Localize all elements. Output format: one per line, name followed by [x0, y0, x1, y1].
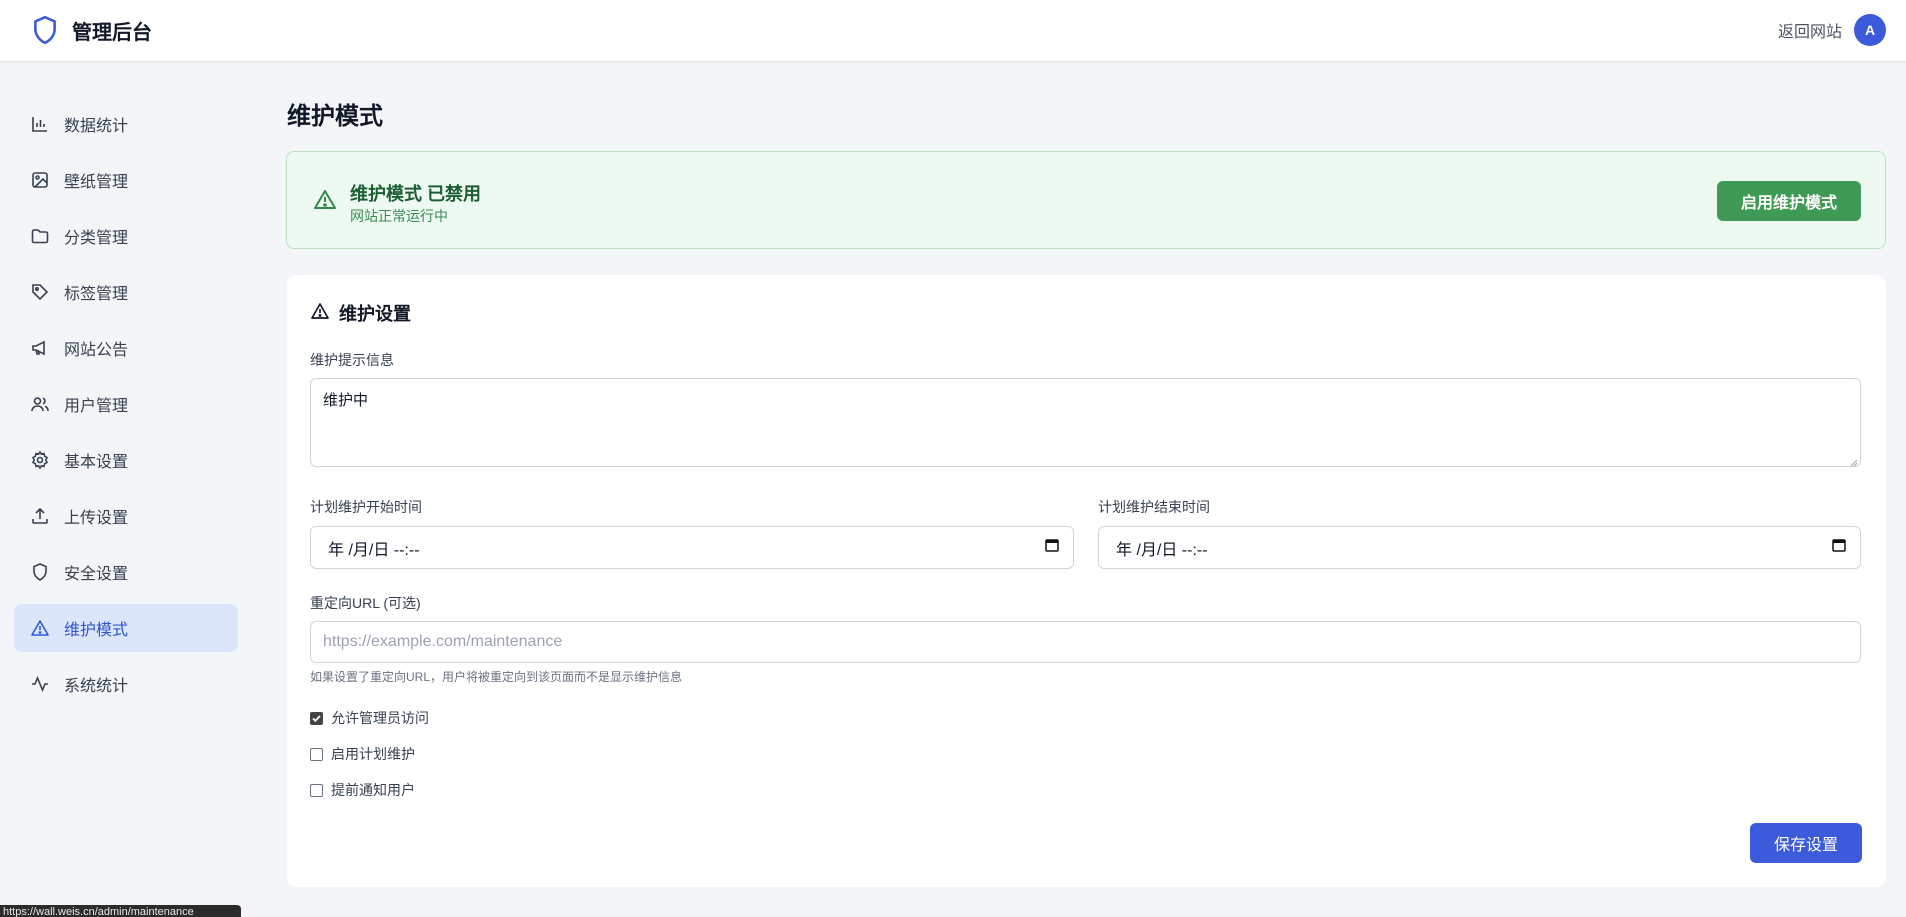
users-icon	[30, 394, 50, 414]
avatar[interactable]: A	[1854, 14, 1886, 46]
sidebar-item-label: 系统统计	[64, 678, 129, 695]
redirect-url-input[interactable]: https://example.com/maintenance	[310, 621, 1861, 663]
top-bar: 管理后台 返回网站 A	[0, 0, 1906, 62]
warning-icon	[310, 301, 330, 326]
end-time-value: 年 /月/日 --:--	[1116, 541, 1208, 559]
tag-icon	[30, 282, 50, 302]
sidebar-item-users[interactable]: 用户管理	[14, 380, 238, 428]
sidebar-item-label: 标签管理	[64, 286, 129, 303]
warning-icon	[313, 188, 337, 212]
checkbox-label: 提前通知用户	[331, 782, 415, 798]
sidebar-item-upload-settings[interactable]: 上传设置	[14, 492, 238, 540]
start-time-label: 计划维护开始时间	[310, 499, 422, 515]
sidebar-item-wallpapers[interactable]: 壁纸管理	[14, 156, 238, 204]
folder-icon	[30, 226, 50, 246]
sidebar-item-categories[interactable]: 分类管理	[14, 212, 238, 260]
upload-icon	[30, 506, 50, 526]
sidebar-item-statistics[interactable]: 数据统计	[14, 100, 238, 148]
sidebar-item-label: 网站公告	[64, 342, 129, 359]
bar-chart-icon	[30, 114, 50, 134]
sidebar-item-announcements[interactable]: 网站公告	[14, 324, 238, 372]
app-title: 管理后台	[72, 21, 152, 44]
start-time-value: 年 /月/日 --:--	[328, 541, 420, 559]
calendar-icon[interactable]	[1045, 538, 1059, 557]
end-time-input[interactable]: 年 /月/日 --:--	[1098, 526, 1861, 569]
sidebar-item-label: 用户管理	[64, 398, 129, 415]
notify-users-option[interactable]: 提前通知用户	[310, 780, 415, 800]
status-title: 维护模式 已禁用	[350, 184, 482, 204]
sidebar-item-label: 基本设置	[64, 454, 129, 471]
sidebar-item-security-settings[interactable]: 安全设置	[14, 548, 238, 596]
maintenance-settings-card: 维护设置 维护提示信息 维护中 计划维护开始时间 年 /月/日 --:-- 计划…	[287, 275, 1886, 887]
maintenance-message-textarea[interactable]: 维护中	[310, 378, 1861, 467]
sidebar-item-label: 分类管理	[64, 230, 129, 247]
checkbox-label: 启用计划维护	[331, 746, 415, 762]
warning-icon	[30, 618, 50, 638]
shield-icon	[30, 14, 60, 46]
sidebar-item-label: 壁纸管理	[64, 174, 129, 191]
checkbox-label: 允许管理员访问	[331, 710, 429, 726]
redirect-url-hint: 如果设置了重定向URL，用户将被重定向到该页面而不是显示维护信息	[310, 670, 683, 684]
brand[interactable]: 管理后台	[30, 14, 152, 46]
message-value: 维护中	[323, 392, 369, 409]
maintenance-status-card: 维护模式 已禁用 网站正常运行中 启用维护模式	[286, 151, 1886, 249]
resize-grip-icon[interactable]	[1848, 454, 1858, 467]
sidebar-item-system-statistics[interactable]: 系统统计	[14, 660, 238, 708]
allow-admin-access-option[interactable]: 允许管理员访问	[310, 708, 429, 728]
sidebar-item-label: 上传设置	[64, 510, 129, 527]
notify-users-checkbox[interactable]	[310, 783, 323, 797]
gear-icon	[30, 450, 50, 470]
sidebar-item-label: 数据统计	[64, 118, 129, 135]
calendar-icon[interactable]	[1832, 538, 1846, 557]
enable-scheduled-maintenance-checkbox[interactable]	[310, 747, 323, 761]
sidebar-item-label: 安全设置	[64, 566, 129, 583]
message-label: 维护提示信息	[310, 352, 394, 368]
link-status-url: https://wall.weis.cn/admin/maintenance	[0, 905, 241, 917]
sidebar-item-label: 维护模式	[64, 622, 129, 639]
settings-header: 维护设置	[310, 300, 411, 326]
save-settings-button[interactable]: 保存设置	[1750, 823, 1862, 863]
sidebar-item-basic-settings[interactable]: 基本设置	[14, 436, 238, 484]
shield-icon	[30, 562, 50, 582]
enable-scheduled-maintenance-option[interactable]: 启用计划维护	[310, 744, 415, 764]
sidebar: 数据统计 壁纸管理 分类管理 标签管理 网站公告 用户管理 基本设置 上传设置 …	[0, 62, 250, 917]
sidebar-item-maintenance-mode[interactable]: 维护模式	[14, 604, 238, 652]
activity-icon	[30, 674, 50, 694]
allow-admin-access-checkbox[interactable]	[310, 711, 323, 725]
sidebar-item-tags[interactable]: 标签管理	[14, 268, 238, 316]
enable-maintenance-button[interactable]: 启用维护模式	[1717, 181, 1861, 221]
page-title: 维护模式	[287, 103, 383, 130]
back-to-site-link[interactable]: 返回网站	[1778, 18, 1842, 42]
settings-header-label: 维护设置	[339, 304, 411, 324]
start-time-input[interactable]: 年 /月/日 --:--	[310, 526, 1074, 569]
megaphone-icon	[30, 338, 50, 358]
image-icon	[30, 170, 50, 190]
status-subtitle: 网站正常运行中	[350, 208, 448, 224]
redirect-url-label: 重定向URL (可选)	[310, 595, 421, 611]
end-time-label: 计划维护结束时间	[1098, 499, 1210, 515]
redirect-url-placeholder: https://example.com/maintenance	[323, 633, 563, 650]
